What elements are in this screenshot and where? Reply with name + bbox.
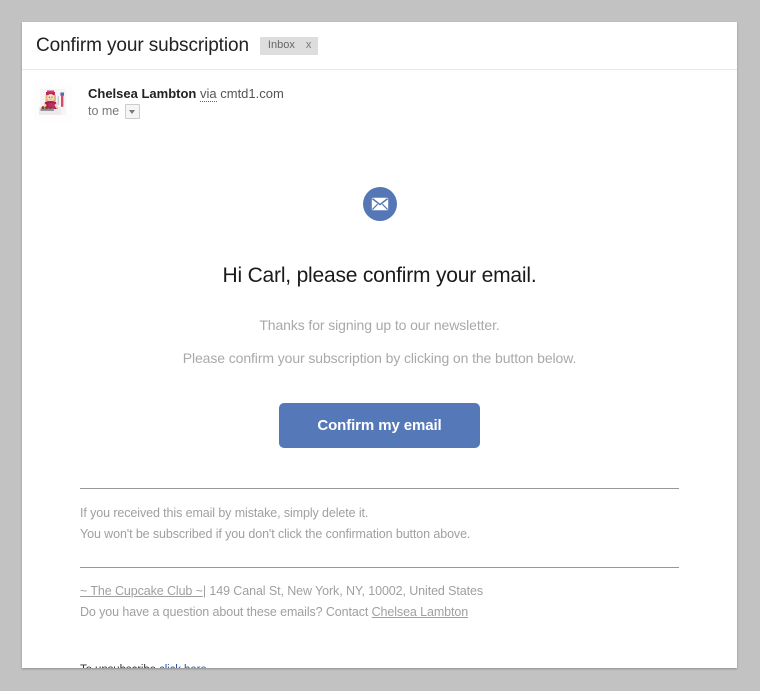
- recipient-line: to me: [88, 102, 284, 121]
- sender-meta: Chelsea Lambton via cmtd1.com to me: [88, 83, 284, 121]
- chevron-down-icon[interactable]: [125, 104, 141, 119]
- email-footer: If you received this email by mistake, s…: [22, 488, 737, 668]
- unsubscribe-prefix: To unsubscribe: [80, 664, 159, 668]
- footer-note-1: If you received this email by mistake, s…: [80, 506, 369, 520]
- inbox-label-text: Inbox: [267, 39, 295, 51]
- baker-woman-avatar-icon: [34, 83, 72, 121]
- footer-divider-top: [80, 488, 679, 489]
- sender-line: Chelsea Lambton via cmtd1.com: [88, 85, 284, 102]
- email-paragraph-1: Thanks for signing up to our newsletter.: [259, 317, 500, 333]
- sender-block: Chelsea Lambton via cmtd1.com to me: [22, 70, 737, 121]
- envelope-icon: [371, 197, 388, 211]
- inbox-label-chip[interactable]: Inbox x: [259, 37, 319, 55]
- email-headline: Hi Carl, please confirm your email.: [222, 264, 537, 287]
- cta-wrapper: Confirm my email: [22, 403, 737, 448]
- footer-address-line: ~ The Cupcake Club ~| 149 Canal St, New …: [80, 581, 679, 602]
- confirm-email-button[interactable]: Confirm my email: [279, 403, 480, 448]
- recipient-label: to me: [88, 104, 120, 118]
- email-paragraph-2: Please confirm your subscription by clic…: [182, 350, 577, 366]
- remove-label-icon[interactable]: x: [306, 40, 312, 51]
- unsubscribe-suffix: .: [207, 664, 210, 668]
- subject-row: Confirm your subscription Inbox x: [36, 35, 737, 57]
- page-title: Confirm your subscription: [36, 35, 249, 56]
- sender-name[interactable]: Chelsea Lambton: [88, 86, 196, 101]
- avatar: [34, 83, 72, 121]
- contact-prefix: Do you have a question about these email…: [80, 605, 372, 619]
- postal-address: | 149 Canal St, New York, NY, 10002, Uni…: [202, 584, 483, 598]
- footer-note-2: You won't be subscribed if you don't cli…: [80, 527, 471, 541]
- email-body: Hi Carl, please confirm your email. Than…: [22, 121, 737, 668]
- envelope-badge: [362, 187, 397, 221]
- contact-person-link[interactable]: Chelsea Lambton: [372, 605, 469, 619]
- via-label: via: [199, 86, 217, 102]
- unsubscribe-link[interactable]: click here: [159, 664, 207, 668]
- email-message-card: Confirm your subscription Inbox x Chelse…: [22, 22, 737, 668]
- footer-divider-bottom: [80, 567, 679, 568]
- footer-contact-line: Do you have a question about these email…: [80, 602, 679, 623]
- message-header: Confirm your subscription Inbox x: [22, 22, 737, 60]
- sender-domain: cmtd1.com: [220, 86, 284, 101]
- unsubscribe-line: To unsubscribe click here.: [80, 664, 679, 668]
- organization-link[interactable]: ~ The Cupcake Club ~: [80, 584, 203, 598]
